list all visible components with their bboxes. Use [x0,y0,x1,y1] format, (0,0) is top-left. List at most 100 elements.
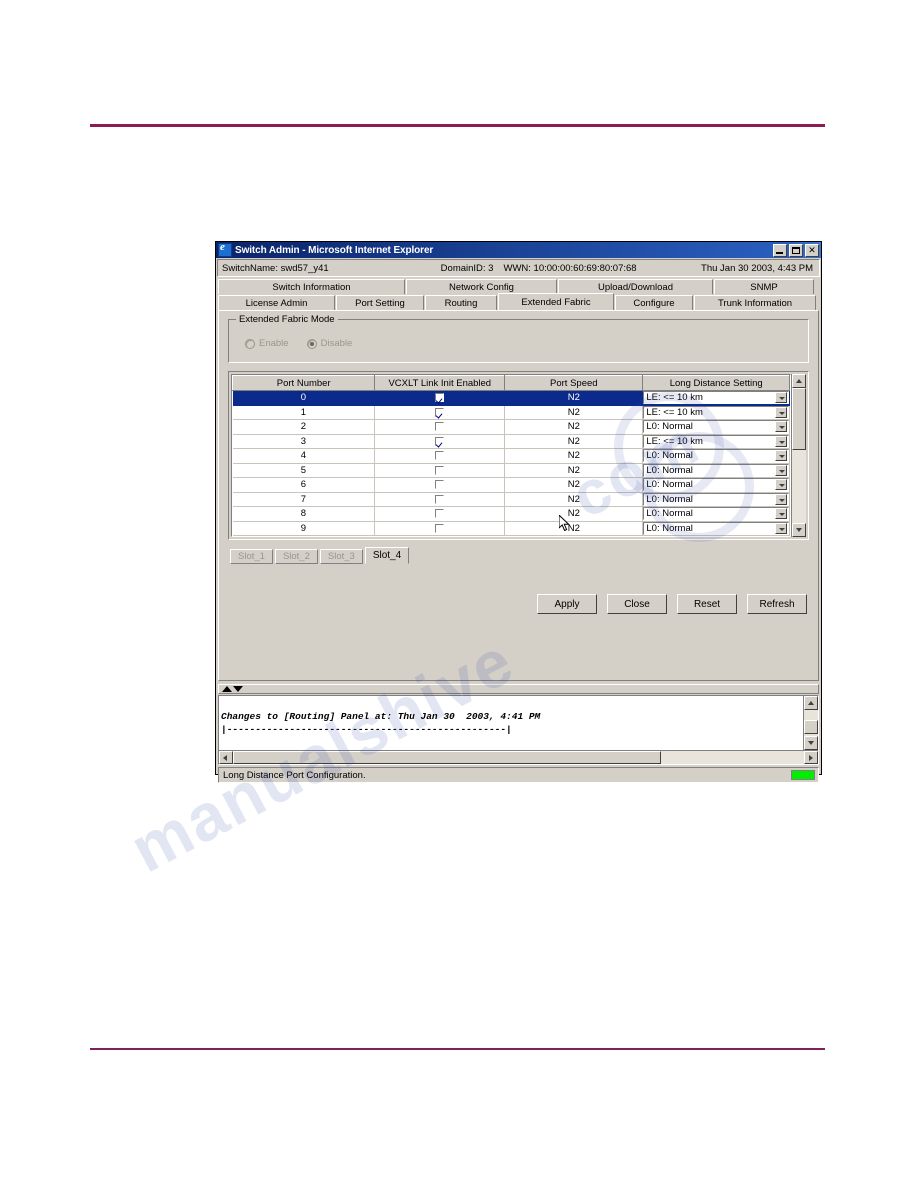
minimize-button[interactable] [773,243,787,257]
slot-tab-1[interactable]: Slot_1 [230,549,273,564]
table-row[interactable]: 2 N2 L0: Normal [232,419,790,435]
vcxlt-checkbox[interactable] [435,494,445,504]
scroll-down-button[interactable] [792,523,806,537]
column-header-vcxlt[interactable]: VCXLT Link Init Enabled [374,375,506,391]
tab-license-admin[interactable]: License Admin [218,295,335,310]
chevron-down-icon[interactable] [775,522,787,534]
close-button[interactable]: Close [607,594,667,614]
slot-tab-2[interactable]: Slot_2 [274,549,318,564]
long-distance-combo[interactable]: L0: Normal [643,507,789,521]
console-scroll-left-button[interactable] [219,751,233,764]
vcxlt-checkbox[interactable] [435,407,445,417]
table-row[interactable]: 9 N2 L0: Normal [232,521,790,536]
group-legend: Extended Fabric Mode [236,314,338,325]
vcxlt-checkbox[interactable] [435,480,445,490]
scroll-up-button[interactable] [792,374,806,388]
tab-snmp[interactable]: SNMP [714,279,814,294]
tab-configure[interactable]: Configure [615,295,693,310]
table-row[interactable]: 3 N2 LE: <= 10 km [232,434,790,449]
maximize-button[interactable] [789,243,803,257]
splitter-down-icon[interactable] [233,686,243,692]
slot-tab-label: Slot_1 [238,551,265,562]
table-row[interactable]: 0 N2 LE: <= 10 km [232,390,790,406]
vcxlt-checkbox[interactable] [435,523,445,533]
radio-enable[interactable]: Enable [245,338,289,349]
chevron-down-icon[interactable] [775,479,787,491]
cell-port-speed: N2 [504,492,644,507]
table-row[interactable]: 4 N2 L0: Normal [232,448,790,464]
column-header-long-distance[interactable]: Long Distance Setting [642,375,790,391]
panel-splitter[interactable] [218,684,819,694]
refresh-button[interactable]: Refresh [747,594,807,614]
chevron-down-icon[interactable] [775,493,787,505]
action-buttons: Apply Close Reset Refresh [227,594,810,614]
long-distance-combo[interactable]: L0: Normal [643,478,789,492]
cell-long-distance: LE: <= 10 km [642,405,790,420]
vcxlt-checkbox[interactable] [435,393,445,403]
long-distance-value: L0: Normal [646,421,693,433]
chevron-down-icon[interactable] [775,464,787,476]
console-scroll-right-button[interactable] [804,751,818,764]
cell-long-distance: L0: Normal [642,492,790,507]
vcxlt-checkbox[interactable] [435,422,445,432]
console-horizontal-scrollbar[interactable] [219,750,818,764]
radio-disable[interactable]: Disable [306,338,352,349]
long-distance-combo[interactable]: LE: <= 10 km [643,434,789,448]
chevron-down-icon[interactable] [775,392,787,404]
long-distance-combo[interactable]: L0: Normal [643,463,789,477]
console-hscroll-thumb[interactable] [233,751,662,764]
vcxlt-checkbox[interactable] [435,465,445,475]
table-row[interactable]: 8 N2 L0: Normal [232,506,790,522]
vcxlt-checkbox[interactable] [435,451,445,461]
cell-long-distance: L0: Normal [642,419,790,435]
apply-button[interactable]: Apply [537,594,597,614]
long-distance-combo[interactable]: LE: <= 10 km [643,391,789,405]
close-window-button[interactable]: ✕ [805,243,819,257]
tab-network-config[interactable]: Network Config [406,279,557,294]
long-distance-combo[interactable]: L0: Normal [643,521,789,535]
slot-tab-label: Slot_3 [327,551,355,562]
tab-routing[interactable]: Routing [425,295,497,310]
splitter-up-icon[interactable] [222,686,232,692]
table-row[interactable]: 1 N2 LE: <= 10 km [232,405,790,420]
chevron-down-icon[interactable] [775,450,787,462]
scroll-track[interactable] [792,388,806,523]
long-distance-value: LE: <= 10 km [646,406,703,418]
console-scroll-track[interactable] [804,710,818,736]
radio-enable-label: Enable [259,338,289,349]
vcxlt-checkbox[interactable] [435,509,445,519]
cell-port-number: 6 [232,477,376,493]
column-header-port-number[interactable]: Port Number [232,375,376,391]
long-distance-combo[interactable]: LE: <= 10 km [643,405,789,419]
cell-vcxlt [374,506,506,522]
table-row[interactable]: 6 N2 L0: Normal [232,477,790,493]
console-scroll-down-button[interactable] [804,736,818,750]
chevron-down-icon[interactable] [775,435,787,447]
long-distance-combo[interactable]: L0: Normal [643,492,789,506]
tab-switch-information[interactable]: Switch Information [218,279,405,294]
console-vertical-scrollbar[interactable] [803,696,818,750]
tab-port-setting[interactable]: Port Setting [336,295,424,310]
slot-tab-3[interactable]: Slot_3 [319,549,363,564]
slot-tab-4[interactable]: Slot_4 [364,547,410,564]
tab-trunk-information[interactable]: Trunk Information [694,295,816,310]
cell-port-speed: N2 [504,405,644,420]
vcxlt-checkbox[interactable] [435,436,445,446]
scroll-thumb[interactable] [792,388,806,450]
console-scroll-up-button[interactable] [804,696,818,710]
chevron-down-icon[interactable] [775,406,787,418]
long-distance-combo[interactable]: L0: Normal [643,420,789,434]
console-hscroll-track[interactable] [233,751,804,764]
table-row[interactable]: 5 N2 L0: Normal [232,463,790,478]
column-header-port-speed[interactable]: Port Speed [504,375,644,391]
tab-upload-download[interactable]: Upload/Download [558,279,713,294]
chevron-down-icon[interactable] [775,508,787,520]
console-main: Changes to [Routing] Panel at: Thu Jan 3… [219,696,818,750]
reset-button[interactable]: Reset [677,594,737,614]
table-vertical-scrollbar[interactable] [791,374,806,537]
console-scroll-thumb[interactable] [804,720,818,734]
table-row[interactable]: 7 N2 L0: Normal [232,492,790,507]
chevron-down-icon[interactable] [775,421,787,433]
long-distance-combo[interactable]: L0: Normal [643,449,789,463]
tab-extended-fabric[interactable]: Extended Fabric [498,293,614,310]
